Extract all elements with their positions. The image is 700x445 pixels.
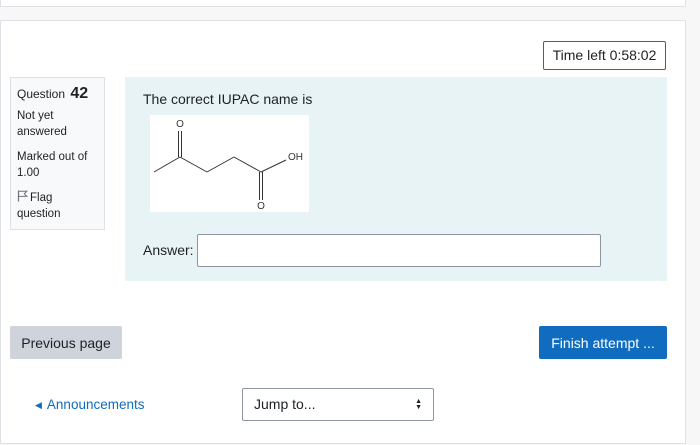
- select-caret-icon: ▲ ▼: [415, 397, 422, 411]
- flag-question-toggle[interactable]: Flag question: [17, 190, 98, 222]
- answer-label: Answer:: [143, 242, 194, 258]
- answer-input[interactable]: [197, 234, 601, 267]
- previous-activity-link[interactable]: ◀ Announcements: [35, 397, 145, 412]
- flag-icon: [17, 190, 28, 202]
- question-number: Question 42: [17, 86, 98, 102]
- acid-oxygen-label: O: [257, 201, 265, 212]
- timer-value: 0:58:02: [609, 47, 657, 63]
- jump-to-select[interactable]: Jump to... ▲ ▼: [242, 388, 434, 421]
- previous-activity-label: Announcements: [46, 397, 145, 412]
- hydroxyl-label: OH: [288, 152, 303, 163]
- left-triangle-icon: ◀: [35, 400, 42, 410]
- question-grade: Marked out of 1.00: [17, 151, 88, 179]
- quiz-timer: Time left 0:58:02: [543, 41, 666, 70]
- previous-section-card: [0, 0, 686, 7]
- question-info-panel: Question 42 Not yet answered Marked out …: [10, 77, 105, 230]
- question-content: The correct IUPAC name is O O OH Answer:: [125, 77, 667, 281]
- question-label: Question: [17, 87, 66, 101]
- previous-page-button[interactable]: Previous page: [10, 326, 122, 359]
- ketone-oxygen-label: O: [176, 119, 184, 130]
- finish-attempt-button[interactable]: Finish attempt ...: [539, 326, 667, 359]
- molecule-structure-image: O O OH: [150, 115, 309, 212]
- question-state: Not yet answered: [17, 110, 67, 138]
- jump-to-value: Jump to...: [254, 396, 316, 412]
- question-number-value: 42: [70, 85, 89, 102]
- question-text: The correct IUPAC name is: [143, 91, 313, 107]
- timer-label: Time left: [552, 47, 606, 63]
